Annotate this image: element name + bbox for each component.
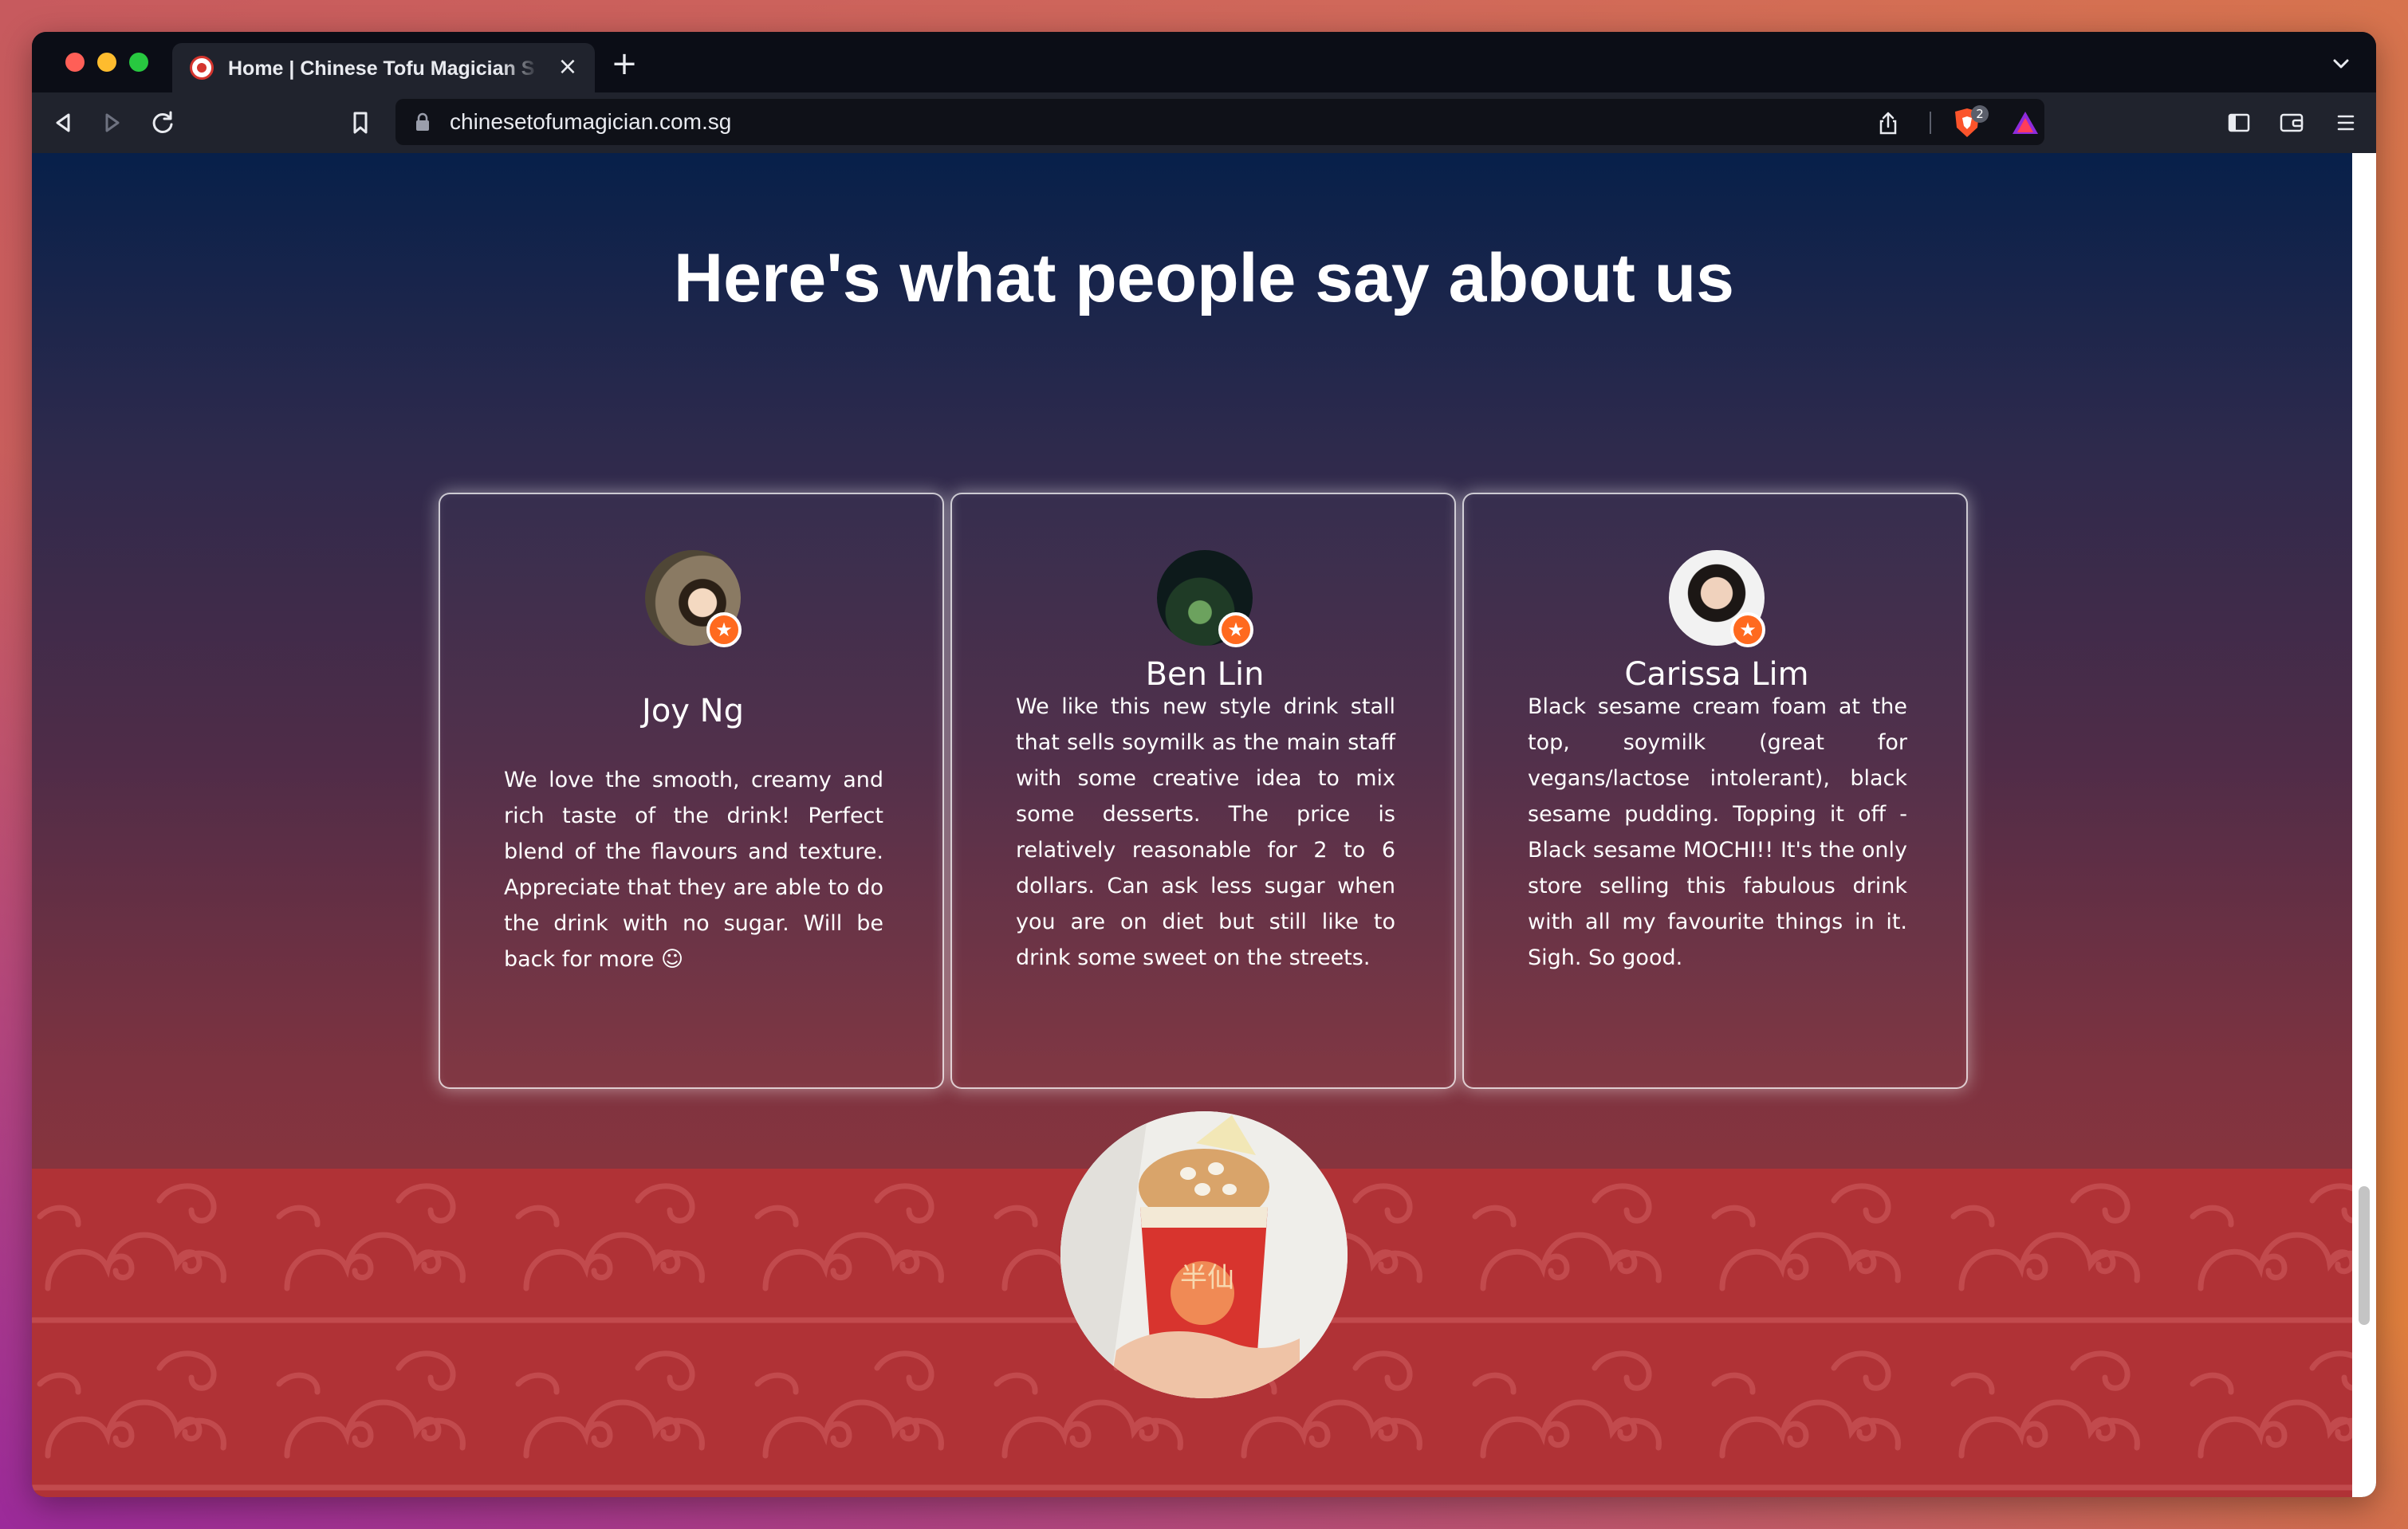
star-badge-icon: ★ (1730, 612, 1765, 647)
url-text: chinesetofumagician.com.sg (450, 109, 732, 134)
lock-icon (416, 112, 429, 131)
star-badge-icon: ★ (1218, 612, 1253, 647)
address-bar[interactable]: chinesetofumagician.com.sg 2 (395, 99, 2044, 145)
soymilk-cup-image: 半仙 (1060, 1111, 1348, 1398)
minimize-window-button[interactable] (97, 53, 116, 72)
tab-strip: Home | Chinese Tofu Magician S × + (32, 32, 2376, 92)
forward-icon[interactable] (94, 105, 129, 140)
reload-icon[interactable] (145, 105, 180, 140)
reviewer-name: Joy Ng (642, 693, 744, 729)
close-icon[interactable]: × (553, 53, 582, 81)
site-favicon-icon (190, 56, 214, 80)
chevron-down-icon[interactable] (2327, 49, 2355, 78)
brave-rewards-icon[interactable] (2009, 107, 2041, 139)
plus-icon[interactable]: + (608, 48, 641, 81)
review-text: We like this new style drink stall that … (1016, 694, 1395, 970)
tab-title: Home | Chinese Tofu Magician S (228, 57, 535, 80)
star-badge-icon: ★ (706, 612, 742, 647)
back-icon[interactable] (46, 105, 81, 140)
shield-count-badge: 2 (1971, 105, 1989, 123)
review-text: Black sesame cream foam at the top, soym… (1528, 694, 1907, 970)
browser-toolbar: chinesetofumagician.com.sg 2 (32, 92, 2376, 153)
share-icon[interactable] (1874, 108, 1902, 137)
scrollbar-thumb[interactable] (2359, 1186, 2370, 1325)
testimonial-card: ★ Joy Ng We love the smooth, creamy and … (439, 493, 944, 1089)
testimonials-heading: Here's what people say about us (674, 240, 1734, 316)
address-bar-divider (1930, 112, 1931, 134)
testimonial-card: ★ Carissa Lim Black sesame cream foam at… (1462, 493, 1968, 1089)
product-photo: 半仙 (1060, 1111, 1348, 1398)
sidebar-icon[interactable] (2221, 105, 2257, 140)
maximize-window-button[interactable] (129, 53, 148, 72)
menu-icon[interactable] (2328, 105, 2363, 140)
tab-home[interactable]: Home | Chinese Tofu Magician S × (172, 43, 595, 92)
testimonial-card: ★ Ben Lin We like this new style drink s… (950, 493, 1456, 1089)
close-window-button[interactable] (65, 53, 85, 72)
bookmark-icon[interactable] (343, 105, 378, 140)
review-text: We love the smooth, creamy and rich tast… (504, 768, 883, 972)
browser-window: Home | Chinese Tofu Magician S × + chine… (32, 32, 2376, 1497)
cup-label: 半仙 (1180, 1262, 1234, 1294)
wallet-icon[interactable] (2274, 105, 2309, 140)
